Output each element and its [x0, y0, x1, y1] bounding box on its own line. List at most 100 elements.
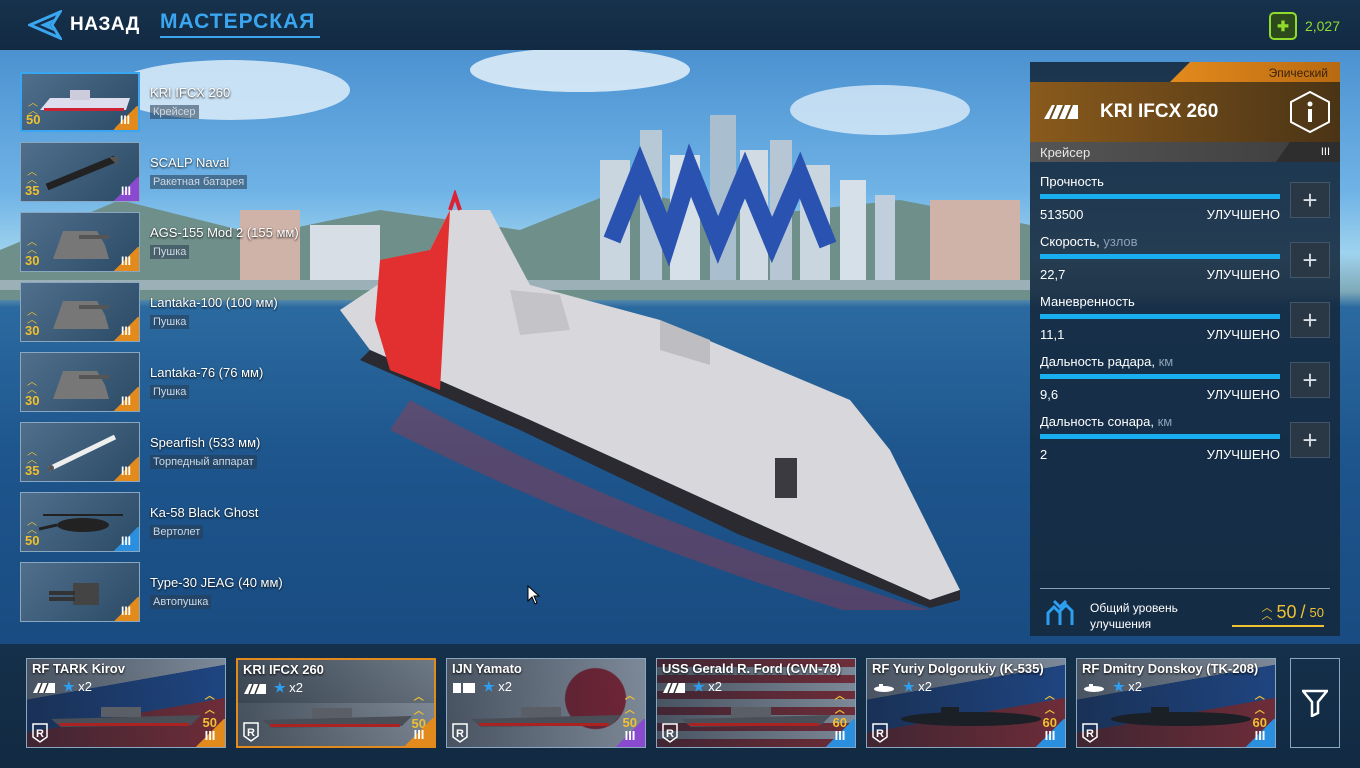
ship-name: RF TARK Kirov — [32, 661, 125, 676]
module-type: Пушка — [150, 245, 190, 259]
module-thumbnail: ︿ ︿ 35 III — [20, 142, 140, 202]
module-thumbnail: ︿ ︿ 50 III — [20, 492, 140, 552]
svg-text:R: R — [456, 728, 464, 740]
upgrade-plus-button[interactable]: + — [1290, 422, 1330, 458]
fleet-ship-card[interactable]: RF Yuriy Dolgorukiy (K-535) ★ x2 ︿︿60 R … — [866, 658, 1066, 748]
ship-info-panel: Эпический KRI IFCX 260 Крейсер III Прочн… — [1030, 62, 1340, 636]
module-item[interactable]: ︿ ︿ 50 III Ka-58 Black Ghost Вертолет — [20, 492, 340, 552]
module-item[interactable]: ︿ ︿ 50 III KRI IFCX 260 Крейсер — [20, 72, 340, 132]
fleet-ship-card[interactable]: RF Dmitry Donskoy (TK-208) ★ x2 ︿︿60 R I… — [1076, 658, 1276, 748]
upgrade-plus-button[interactable]: + — [1290, 302, 1330, 338]
back-button[interactable]: НАЗАД — [28, 10, 140, 40]
stat-progress-bar — [1040, 254, 1280, 259]
stat-row: Маневренность 11,1 УЛУЧШЕНО + — [1040, 294, 1330, 354]
stat-row: Прочность 513500 УЛУЧШЕНО + — [1040, 174, 1330, 234]
svg-text:R: R — [36, 728, 44, 740]
module-rank: III — [112, 106, 138, 130]
module-thumbnail: ︿ ︿ 35 III — [20, 422, 140, 482]
stat-row: Дальность радара, км 9,6 УЛУЧШЕНО + — [1040, 354, 1330, 414]
svg-text:R: R — [876, 728, 884, 740]
battleship-class-icon — [453, 683, 475, 693]
stat-label: Маневренность — [1040, 294, 1135, 309]
info-button[interactable] — [1288, 90, 1332, 134]
title-underline — [160, 36, 320, 38]
ship-silhouette — [471, 707, 621, 727]
module-item[interactable]: ︿ ︿ 30 III Lantaka-76 (76 мм) Пушка — [20, 352, 340, 412]
stat-value: 2 — [1040, 447, 1048, 462]
ship-rank: III — [615, 719, 645, 747]
upgrade-plus-button[interactable]: + — [1290, 182, 1330, 218]
upgrade-level-icon — [1046, 599, 1074, 625]
module-type: Пушка — [150, 315, 190, 329]
module-name: Lantaka-76 (76 мм) — [150, 365, 264, 380]
module-rank: III — [113, 317, 139, 341]
stat-progress-bar — [1040, 314, 1280, 319]
stat-label: Дальность радара, км — [1040, 354, 1174, 369]
ship-name: RF Dmitry Donskoy (TK-208) — [1082, 661, 1259, 676]
module-item[interactable]: III Type-30 JEAG (40 мм) Автопушка — [20, 562, 340, 622]
module-name: AGS-155 Mod 2 (155 мм) — [150, 225, 299, 240]
back-label: НАЗАД — [70, 14, 140, 35]
ship-silhouette — [681, 707, 831, 727]
cruiser-class-icon — [33, 683, 55, 693]
module-item[interactable]: ︿ ︿ 35 III SCALP Naval Ракетная батарея — [20, 142, 340, 202]
filter-button[interactable] — [1290, 658, 1340, 748]
module-type: Вертолет — [150, 525, 204, 539]
stat-progress-bar — [1040, 194, 1280, 199]
module-level: 50 — [26, 112, 41, 127]
ship-silhouette — [51, 707, 201, 727]
filter-funnel-icon — [1302, 689, 1328, 717]
ship-rank: III — [825, 719, 855, 747]
stat-label: Скорость, узлов — [1040, 234, 1138, 249]
star-multiplier: ★ x2 — [693, 679, 723, 694]
ship-rank: III — [404, 718, 434, 746]
star-multiplier: ★ x2 — [483, 679, 513, 694]
module-item[interactable]: ︿ ︿ 35 III Spearfish (533 мм) Торпедный а… — [20, 422, 340, 482]
star-multiplier: ★ x2 — [1113, 679, 1143, 694]
fleet-ship-card[interactable]: KRI IFCX 260 ★ x2 ︿︿50 R III — [236, 658, 436, 748]
star-multiplier: ★ x2 — [903, 679, 933, 694]
module-type: Торпедный аппарат — [150, 455, 257, 469]
module-rank: III — [113, 457, 139, 481]
fleet-ship-card[interactable]: USS Gerald R. Ford (CVN-78) ★ x2 ︿︿60 R … — [656, 658, 856, 748]
stat-status: УЛУЧШЕНО — [1206, 267, 1280, 282]
module-type: Ракетная батарея — [150, 175, 248, 189]
ship-rank: III — [1035, 719, 1065, 747]
upgrade-plus-button[interactable]: + — [1290, 242, 1330, 278]
overall-value: ︿ ︿ 50 / 50 — [1232, 599, 1324, 627]
repair-shield-icon: R — [872, 723, 888, 743]
module-type: Крейсер — [150, 105, 199, 119]
ship-name-header: KRI IFCX 260 — [1030, 82, 1340, 142]
ship-name: USS Gerald R. Ford (CVN-78) — [662, 661, 842, 676]
rarity-bar: Эпический — [1170, 62, 1340, 82]
module-name: SCALP Naval — [150, 155, 230, 170]
module-type: Автопушка — [150, 595, 212, 609]
top-bar: НАЗАД МАСТЕРСКАЯ ✚ 2,027 — [0, 0, 1360, 50]
submarine-class-icon — [1084, 684, 1104, 692]
currency-display[interactable]: ✚ 2,027 — [1268, 12, 1340, 40]
stat-value: 11,1 — [1040, 327, 1065, 342]
module-level: 50 — [25, 533, 40, 548]
stat-status: УЛУЧШЕНО — [1206, 327, 1280, 342]
module-rank: III — [113, 597, 139, 621]
repair-shield-icon: R — [452, 723, 468, 743]
fleet-bar: RF TARK Kirov ★ x2 ︿︿50 R III KRI IFCX 2… — [0, 644, 1360, 768]
stat-label: Дальность сонара, км — [1040, 414, 1173, 429]
ship-3d-model[interactable] — [330, 190, 970, 610]
module-item[interactable]: ︿ ︿ 30 III AGS-155 Mod 2 (155 мм) Пушка — [20, 212, 340, 272]
submarine-class-icon — [874, 684, 894, 692]
stat-row: Скорость, узлов 22,7 УЛУЧШЕНО + — [1040, 234, 1330, 294]
module-rank: III — [113, 177, 139, 201]
module-item[interactable]: ︿ ︿ 30 III Lantaka-100 (100 мм) Пушка — [20, 282, 340, 342]
fleet-ship-card[interactable]: IJN Yamato ★ x2 ︿︿50 R III — [446, 658, 646, 748]
module-level: 30 — [25, 393, 40, 408]
module-level: 30 — [25, 253, 40, 268]
module-thumbnail: ︿ ︿ 30 III — [20, 352, 140, 412]
module-name: Type-30 JEAG (40 мм) — [150, 575, 283, 590]
upgrade-plus-button[interactable]: + — [1290, 362, 1330, 398]
fleet-ship-card[interactable]: RF TARK Kirov ★ x2 ︿︿50 R III — [26, 658, 226, 748]
stat-progress-bar — [1040, 374, 1280, 379]
gift-coupon-icon: ✚ — [1268, 12, 1297, 40]
module-thumbnail: III — [20, 562, 140, 622]
stat-row: Дальность сонара, км 2 УЛУЧШЕНО + — [1040, 414, 1330, 474]
